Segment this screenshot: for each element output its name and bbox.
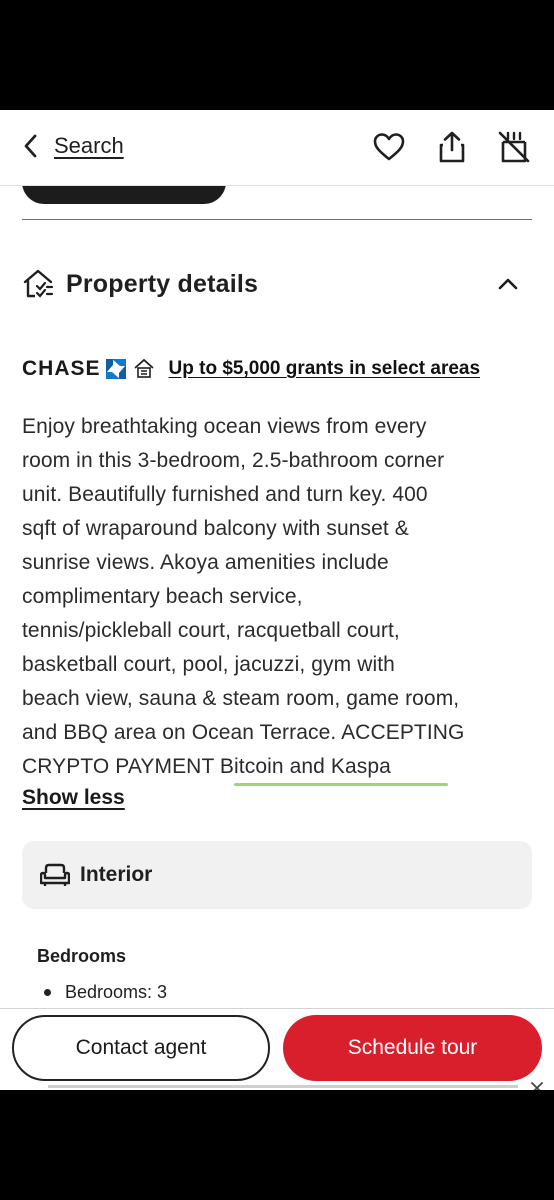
back-label[interactable]: Search <box>54 133 124 159</box>
back-to-search[interactable]: Search <box>22 126 124 166</box>
description-line: room in this 3-bedroom, 2.5-bathroom cor… <box>22 449 445 472</box>
armchair-icon <box>40 863 70 886</box>
top-bar: Search <box>0 110 554 186</box>
interior-label: Interior <box>80 863 153 886</box>
description-line: beach view, sauna & steam room, game roo… <box>22 687 460 710</box>
description-line: and BBQ area on Ocean Terrace. ACCEPTING <box>22 721 465 744</box>
bedrooms-heading: Bedrooms <box>37 946 127 966</box>
bottom-action-bar: Contact agent Schedule tour <box>0 1008 554 1090</box>
description-line: sunrise views. Akoya amenities include <box>22 551 389 574</box>
app-screen: Search Property details CHASE Up to $5,0… <box>0 110 554 1090</box>
description-line: tennis/pickleball court, racquetball cou… <box>22 619 400 642</box>
chase-logo-icon <box>105 359 126 379</box>
description-line: unit. Beautifully furnished and turn key… <box>22 483 428 506</box>
equal-housing-icon <box>133 358 154 378</box>
hide-icon[interactable] <box>497 130 531 164</box>
property-details-header[interactable]: Property details <box>22 260 532 308</box>
description-line: Enjoy breathtaking ocean views from ever… <box>22 415 427 438</box>
description-line: sqft of wraparound balcony with sunset & <box>22 517 409 540</box>
close-icon[interactable] <box>530 1081 544 1090</box>
section-title: Property details <box>66 269 259 298</box>
chase-grant-row: CHASE Up to $5,000 grants in select area… <box>22 353 480 385</box>
bullet <box>44 989 51 996</box>
spellcheck-underline <box>234 783 448 786</box>
chase-brand: CHASE <box>22 357 101 380</box>
schedule-tour-button[interactable]: Schedule tour <box>283 1015 542 1081</box>
heart-icon[interactable] <box>372 130 406 164</box>
scroll-indicator <box>48 1085 518 1088</box>
grant-link[interactable]: Up to $5,000 grants in select areas <box>169 358 481 380</box>
section-divider <box>22 219 532 220</box>
interior-section[interactable]: Interior <box>22 841 532 909</box>
bedrooms-value: Bedrooms: 3 <box>65 982 168 1002</box>
property-description: Enjoy breathtaking ocean views from ever… <box>22 410 534 784</box>
house-checklist-icon <box>23 269 54 298</box>
back-chevron-icon <box>24 134 37 158</box>
description-line: basketball court, pool, jacuzzi, gym wit… <box>22 653 395 676</box>
contact-agent-button[interactable]: Contact agent <box>12 1015 270 1081</box>
show-less-link[interactable]: Show less <box>22 786 125 810</box>
description-line: complimentary beach service, <box>22 585 303 608</box>
description-line: CRYPTO PAYMENT Bitcoin and Kaspa <box>22 755 391 778</box>
share-icon[interactable] <box>435 130 469 164</box>
chevron-up-icon[interactable] <box>496 272 520 296</box>
bedrooms-list-item: Bedrooms: 3 <box>44 982 167 1003</box>
